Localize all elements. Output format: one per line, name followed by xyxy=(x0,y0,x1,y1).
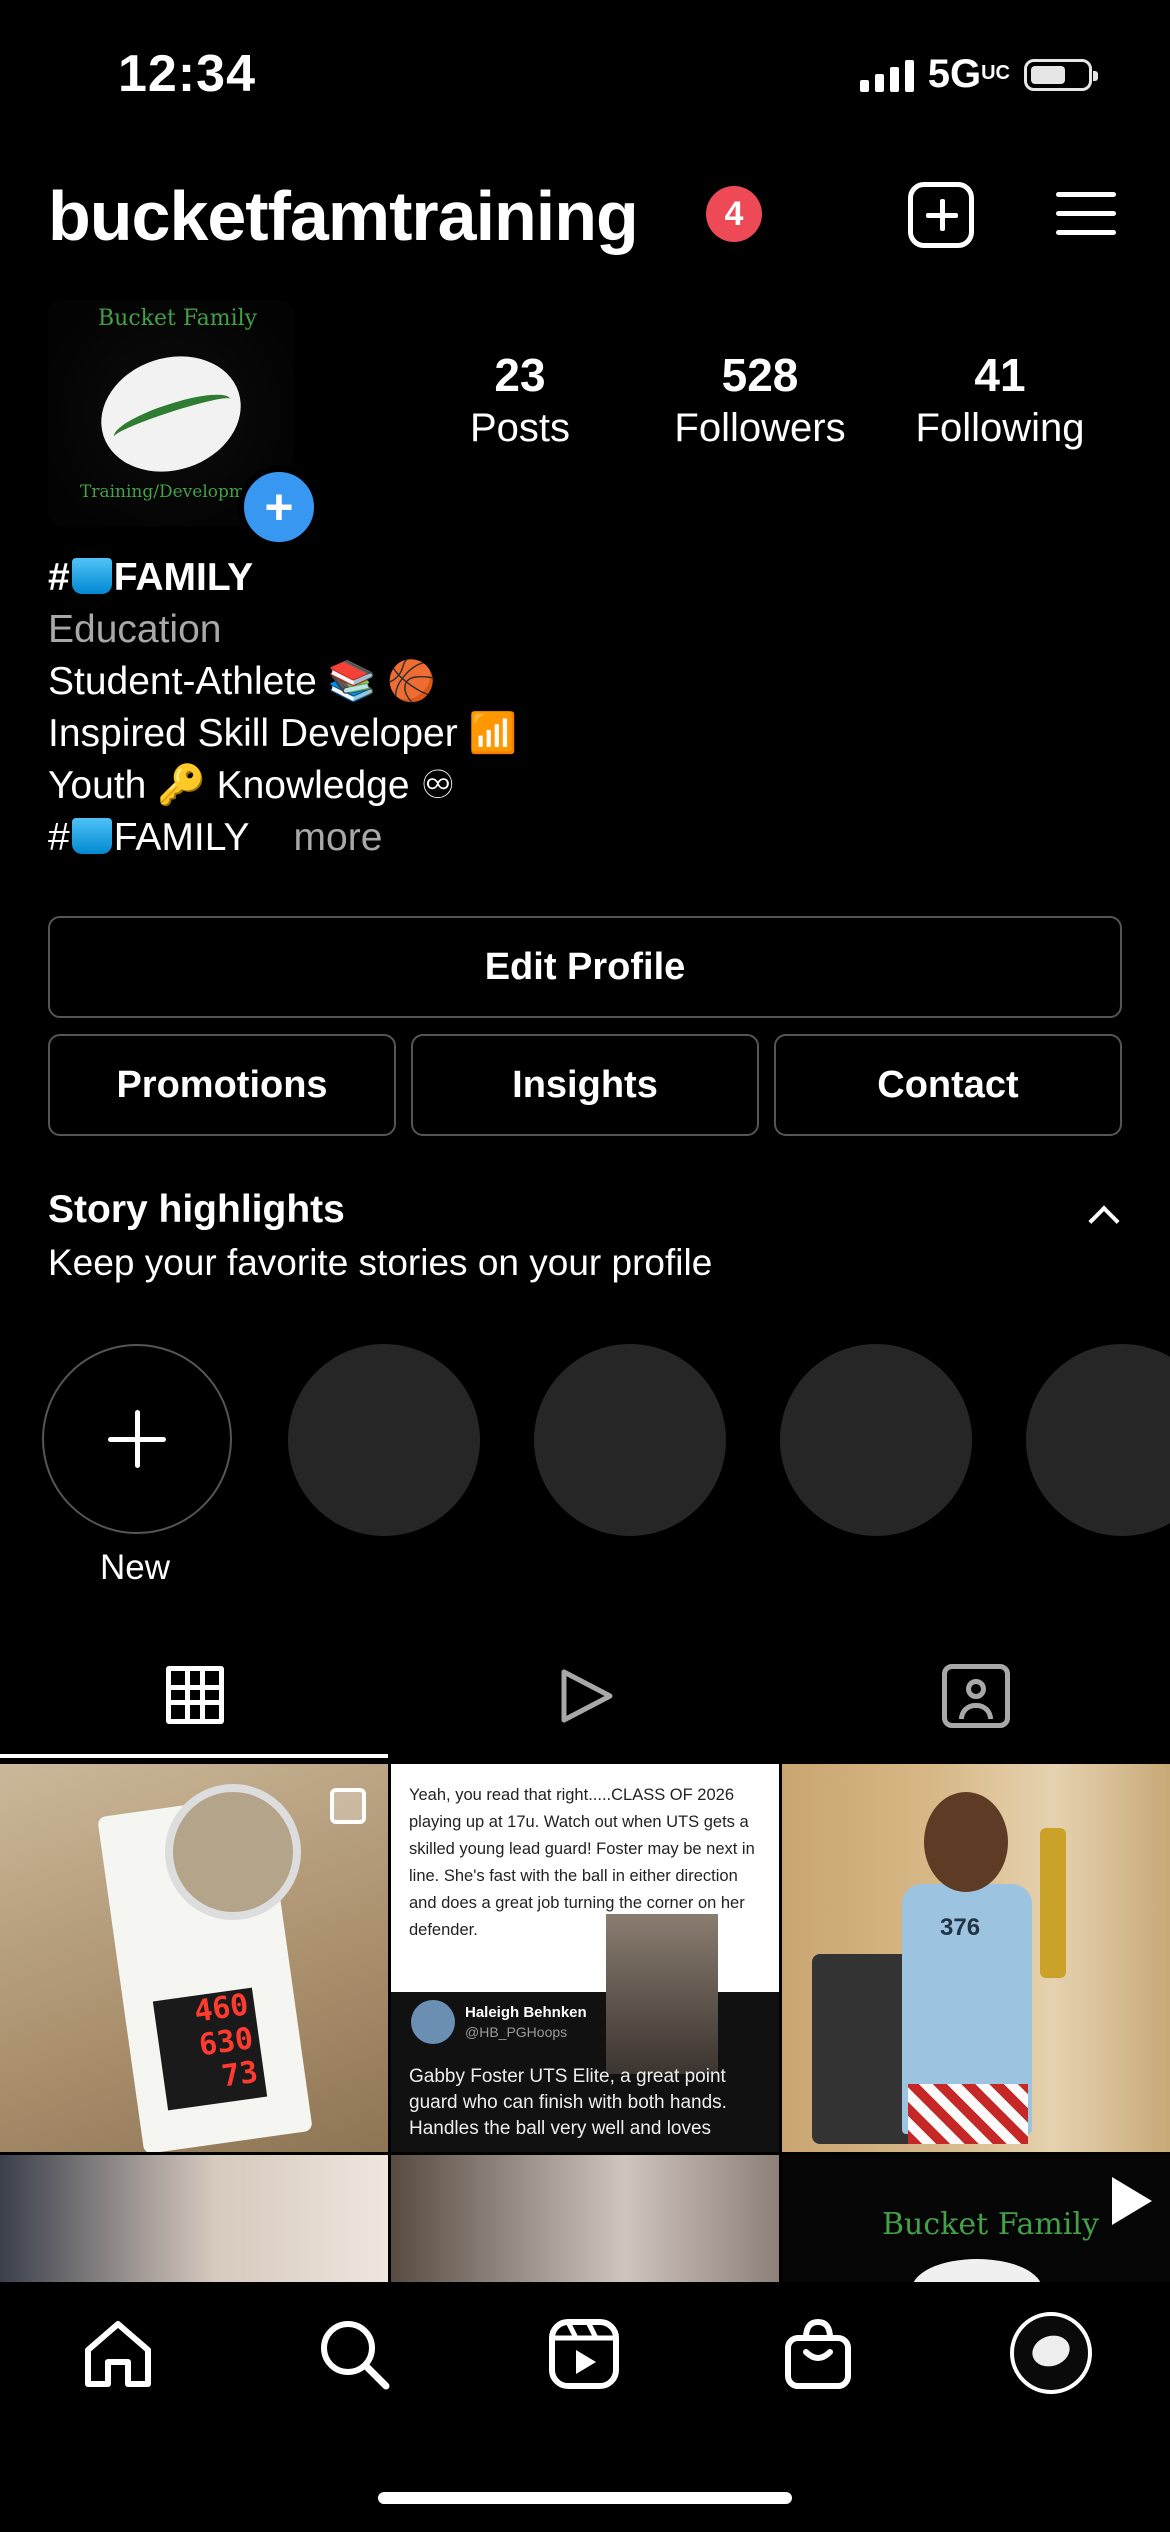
reels-tab-icon[interactable] xyxy=(554,1664,618,1728)
highlights-title: Story highlights xyxy=(48,1188,345,1231)
promotions-button[interactable]: Promotions xyxy=(48,1034,396,1136)
search-icon[interactable] xyxy=(316,2316,392,2392)
battery-icon xyxy=(1024,58,1098,91)
post-caption: Gabby Foster UTS Elite, a great point gu… xyxy=(409,2066,727,2139)
bucket-emoji-icon xyxy=(71,818,112,854)
avatar-logo-text-top: Bucket Family xyxy=(98,306,258,331)
highlight-placeholder xyxy=(534,1344,726,1536)
bio-line: Student-Athlete 📚 🏀 xyxy=(48,660,436,703)
new-highlight-button[interactable] xyxy=(42,1344,232,1534)
add-story-button[interactable]: + xyxy=(238,466,320,548)
profile-tab-avatar[interactable] xyxy=(1010,2312,1092,2394)
highlight-placeholder xyxy=(780,1344,972,1536)
highlight-placeholder xyxy=(1026,1344,1170,1536)
home-indicator[interactable] xyxy=(378,2492,792,2504)
shop-icon[interactable] xyxy=(780,2316,856,2392)
bio-line: Youth 🔑 Knowledge ♾ xyxy=(48,764,456,807)
active-tab-indicator xyxy=(0,1754,388,1758)
status-indicators: 5GUC xyxy=(859,52,1098,97)
insights-button[interactable]: Insights xyxy=(411,1034,759,1136)
bio-line: Inspired Skill Developer 📶 xyxy=(48,712,518,755)
signal-icon xyxy=(859,58,914,92)
followers-stat[interactable]: 528 Followers xyxy=(660,348,860,451)
network-label: 5GUC xyxy=(927,52,1010,96)
status-time: 12:34 xyxy=(118,45,256,103)
profile-username[interactable]: bucketfamtraining xyxy=(48,176,639,256)
post-thumbnail[interactable]: Bucket Family xyxy=(782,2155,1170,2282)
tagged-icon[interactable] xyxy=(942,1664,1010,1728)
avatar-logo-text-bottom: Training/Developm xyxy=(80,482,246,502)
add-post-icon[interactable] xyxy=(908,182,974,248)
following-stat[interactable]: 41 Following xyxy=(900,348,1100,451)
bucket-emoji-icon xyxy=(71,558,112,594)
post-thumbnail[interactable]: 376 xyxy=(782,1764,1170,2152)
bio-more-link[interactable]: more xyxy=(294,816,383,859)
post-thumbnail[interactable] xyxy=(391,2155,779,2282)
chevron-up-icon[interactable] xyxy=(1088,1205,1120,1237)
post-photo xyxy=(606,1914,718,2074)
notification-badge[interactable]: 4 xyxy=(706,186,762,242)
new-highlight-label: New xyxy=(100,1548,171,1587)
scoreboard: 460 630 73 xyxy=(152,1987,268,2111)
reels-icon[interactable] xyxy=(546,2316,622,2392)
play-icon xyxy=(1112,2177,1152,2225)
post-thumbnail[interactable]: 460 630 73 xyxy=(0,1764,388,2152)
post-thumbnail[interactable]: Yeah, you read that right.....CLASS OF 2… xyxy=(391,1764,779,2152)
posts-stat[interactable]: 23 Posts xyxy=(430,348,610,451)
basketball-logo-icon xyxy=(86,338,256,490)
home-icon[interactable] xyxy=(80,2316,156,2392)
profile-bio: # FAMILY Education Student-Athlete 📚 🏀 In… xyxy=(48,552,517,864)
contact-button[interactable]: Contact xyxy=(774,1034,1122,1136)
highlight-placeholder xyxy=(288,1344,480,1536)
trophy-icon xyxy=(1040,1828,1066,1978)
post-author: Haleigh Behnken xyxy=(465,2004,587,2021)
bio-category: Education xyxy=(48,608,222,651)
post-thumbnail[interactable] xyxy=(0,2155,388,2282)
post-handle: @HB_PGHoops xyxy=(465,2024,568,2040)
edit-profile-button[interactable]: Edit Profile xyxy=(48,916,1122,1018)
bio-name: # FAMILY xyxy=(48,556,254,599)
post-logo-text: Bucket Family xyxy=(882,2207,1099,2242)
highlights-subtitle: Keep your favorite stories on your profi… xyxy=(48,1242,713,1283)
menu-icon[interactable] xyxy=(1056,186,1116,242)
avatar[interactable]: Bucket Family Training/Developm + xyxy=(48,300,320,548)
avatar xyxy=(411,2000,455,2044)
grid-icon[interactable] xyxy=(166,1666,224,1724)
carousel-icon xyxy=(330,1788,366,1824)
bio-line: # FAMILY more xyxy=(48,816,383,859)
